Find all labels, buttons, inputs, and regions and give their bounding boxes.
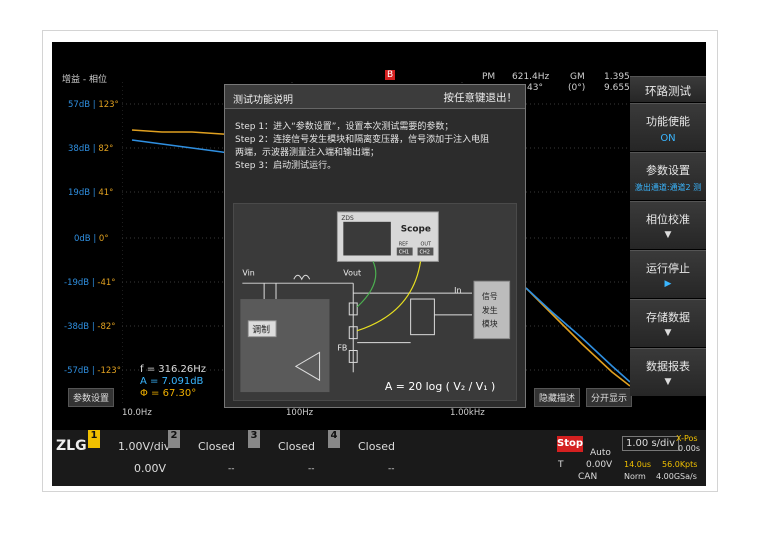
acquire-mode: Norm (624, 472, 646, 481)
diagram-brand: ZDS (341, 215, 354, 222)
diagram-siggen-3: 模块 (482, 319, 498, 329)
xpos-value: 0.00s (678, 444, 700, 453)
gm-value-1: 1.395 (604, 72, 630, 82)
cursor-measurements: f = 316.26Hz A = 7.091dB Φ = 67.30° (140, 364, 206, 400)
step-line-4: Step 3：启动测试运行。 (235, 161, 337, 171)
sample-rate: 4.00GSa/s (656, 472, 697, 481)
right-softkey-menu: 环路测试 功能使能 ON 参数设置 激出通道:通道2 测 相位校准 ▼ 运行停止 ▶ 存… (630, 76, 706, 416)
menu-function-enable[interactable]: 功能使能 ON (630, 103, 706, 151)
sample-time: 14.0us (624, 460, 652, 469)
step-line-3: 两端，示波器测量注入端和输出端； (235, 148, 380, 158)
channel-3-status: Closed (278, 440, 315, 453)
menu-data-report[interactable]: 数据报表 ▼ (630, 348, 706, 396)
channel-4-status: Closed (358, 440, 395, 453)
loop-test-diagram: ZDS Scope REF OUT CH1 CH2 Vin Vout In FB (233, 203, 517, 401)
oscilloscope-screen: 增益 - 相位 B PM 621.4Hz 43° GM (0°) 1.395 9… (52, 42, 706, 486)
trigger-source: CAN (578, 472, 598, 482)
menu-run-stop[interactable]: 运行停止 ▶ (630, 250, 706, 298)
xpos-label: X-Pos (676, 434, 698, 443)
timebase[interactable]: 1.00 s/div (622, 436, 680, 451)
marker-b: B (385, 70, 396, 80)
channel-3[interactable]: 3 Closed -- (248, 430, 326, 486)
pm-label: PM (482, 72, 496, 82)
gm-label: GM (570, 72, 585, 82)
diagram-ch1: CH1 (399, 249, 409, 255)
channel-2-dash: -- (228, 464, 235, 474)
dialog-exit-hint: 按任意键退出！ (443, 92, 518, 104)
channel-1-offset: 0.00V (134, 462, 167, 475)
diagram-fb: FB (337, 344, 347, 353)
gain-curve-right (525, 287, 630, 383)
x-label-1: 100Hz (286, 408, 314, 418)
channel-1-number: 1 (88, 430, 100, 448)
measure-frequency: f = 316.26Hz (140, 364, 207, 375)
trigger-mode: Auto (590, 448, 611, 458)
y-label-6: -57dB | -123° (64, 366, 121, 376)
y-label-3: 0dB | 0° (74, 234, 109, 244)
gm-phase: (0°) (568, 83, 586, 93)
sample-points: 56.0Kpts (662, 460, 698, 469)
diagram-vin: Vin (242, 268, 254, 277)
y-label-0: 57dB | 123° (68, 100, 119, 110)
diagram-ch2: CH2 (420, 249, 430, 255)
measure-amplitude: A = 7.091dB (140, 376, 204, 387)
dialog-steps: Step 1：进入“参数设置”，设置本次测试需要的参数； Step 2：连接信号… (225, 109, 525, 173)
params-button[interactable]: 参数设置 (68, 388, 115, 407)
pm-phase: 43° (527, 83, 543, 93)
y-label-2: 19dB | 41° (68, 188, 114, 198)
menu-save-data[interactable]: 存储数据 ▼ (630, 299, 706, 347)
gm-value-2: 9.655 (604, 83, 630, 93)
channel-3-dash: -- (308, 464, 315, 474)
x-label-2: 1.00kHz (450, 408, 485, 418)
hide-desc-button[interactable]: 隐藏描述 (534, 388, 581, 407)
step-line-2: Step 2：连接信号发生模块和隔离变压器，信号添加于注入电阻 (235, 135, 490, 145)
help-dialog: 测试功能说明 按任意键退出！ Step 1：进入“参数设置”，设置本次测试需要的… (224, 84, 526, 408)
diagram-scope: Scope (401, 225, 431, 235)
trigger-letter: T (558, 460, 564, 470)
step-line-1: Step 1：进入“参数设置”，设置本次测试需要的参数； (235, 122, 454, 132)
channel-2-number: 2 (168, 430, 180, 448)
run-stop-indicator[interactable]: Stop (557, 436, 583, 452)
channel-1-scale: 1.00V/div (118, 440, 171, 453)
channel-2[interactable]: 2 Closed -- (168, 430, 246, 486)
zlg-logo: ZLG (56, 438, 87, 454)
y-label-5: -38dB | -82° (64, 322, 116, 332)
channel-1[interactable]: 1 1.00V/div 0.00V (88, 430, 170, 486)
x-label-0: 10.0Hz (122, 408, 152, 418)
channel-4[interactable]: 4 Closed -- (328, 430, 406, 486)
measure-phase: Φ = 67.30° (140, 388, 197, 399)
trigger-level: 0.00V (586, 460, 613, 470)
diagram-vout: Vout (343, 268, 361, 277)
diagram-formula: A = 20 log ( V₂ / V₁ ) (385, 380, 495, 393)
dialog-title: 测试功能说明 (233, 95, 293, 106)
dialog-header: 测试功能说明 按任意键退出！ (225, 85, 525, 109)
menu-loop-test[interactable]: 环路测试 (630, 76, 706, 102)
y-label-4: -19dB | -41° (64, 278, 116, 288)
diagram-in: In (454, 286, 461, 295)
y-label-1: 38dB | 82° (68, 144, 114, 154)
menu-phase-calibration[interactable]: 相位校准 ▼ (630, 201, 706, 249)
plot-header-label: 增益 - 相位 (62, 75, 107, 85)
diagram-siggen-1: 信号 (482, 291, 498, 301)
pm-value: 621.4Hz (512, 72, 550, 82)
channel-4-dash: -- (388, 464, 395, 474)
channel-3-number: 3 (248, 430, 260, 448)
menu-param-settings[interactable]: 参数设置 激出通道:通道2 测 (630, 152, 706, 200)
diagram-out: OUT (421, 242, 433, 248)
channel-4-number: 4 (328, 430, 340, 448)
status-bar: ZLG 1 1.00V/div 0.00V 2 Closed -- 3 Clos… (52, 430, 706, 486)
diagram-modulator: 调制 (252, 324, 270, 336)
split-display-button[interactable]: 分开显示 (586, 388, 632, 407)
diagram-ref: REF (399, 242, 409, 248)
channel-2-status: Closed (198, 440, 235, 453)
diagram-siggen-2: 发生 (482, 305, 498, 315)
